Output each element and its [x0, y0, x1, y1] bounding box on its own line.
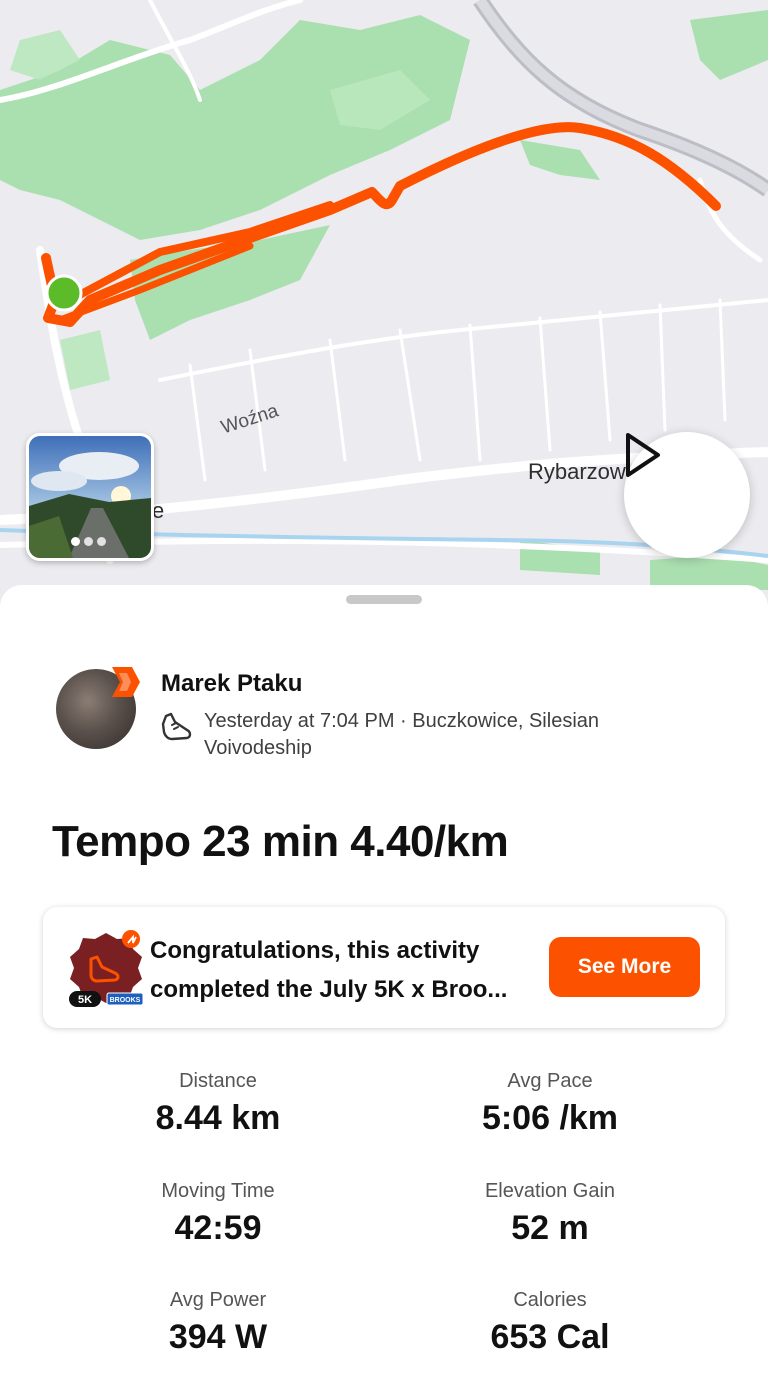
stat-value: 8.44 km	[155, 1099, 281, 1137]
start-marker	[45, 274, 83, 312]
stat-label: Calories	[513, 1289, 587, 1311]
route-map[interactable]: Woźna Rybarzow e	[0, 0, 768, 610]
photo-pagination-dots	[71, 537, 106, 546]
stat-distance: Distance 8.44 km	[68, 1070, 368, 1138]
stat-value: 42:59	[174, 1209, 262, 1247]
athlete-name[interactable]: Marek Ptaku	[161, 670, 302, 698]
activity-photo-thumbnail[interactable]	[26, 433, 154, 561]
activity-title: Tempo 23 min 4.40/km	[52, 817, 509, 866]
activity-date-location: Yesterday at 7:04 PM · Buczkowice, Siles…	[204, 710, 600, 759]
athlete-avatar[interactable]	[56, 667, 140, 751]
stat-label: Avg Pace	[507, 1070, 593, 1092]
activity-details-sheet: Marek Ptaku Yesterday at 7:04 PM · Buczk…	[0, 585, 768, 1397]
stat-elevation-gain: Elevation Gain 52 m	[400, 1180, 700, 1248]
badge-5k-label: 5K	[78, 994, 92, 1006]
stat-value: 653 Cal	[490, 1318, 610, 1356]
play-flyover-button[interactable]	[624, 432, 750, 558]
play-icon	[626, 433, 660, 477]
challenge-trophy-badge-icon: 5K BROOKS	[69, 930, 144, 1007]
stat-label: Avg Power	[169, 1289, 267, 1311]
challenge-message-line-2: completed the July 5K x Broo...	[150, 976, 508, 1003]
challenge-message: Congratulations, this activity completed…	[150, 931, 542, 1009]
see-more-button[interactable]: See More	[549, 937, 700, 997]
stat-label: Moving Time	[161, 1180, 275, 1202]
stat-value: 5:06 /km	[481, 1099, 619, 1137]
stat-calories: Calories 653 Cal	[400, 1289, 700, 1357]
stat-label: Elevation Gain	[484, 1180, 616, 1202]
stat-value: 52 m	[511, 1209, 589, 1247]
sheet-drag-handle[interactable]	[346, 595, 422, 604]
place-label-rybarzowice: Rybarzow	[528, 459, 626, 484]
run-shoe-icon	[161, 712, 192, 741]
stat-avg-power: Avg Power 394 W	[68, 1289, 368, 1357]
challenge-message-line-1: Congratulations, this activity	[150, 937, 480, 964]
stat-avg-pace: Avg Pace 5:06 /km	[400, 1070, 700, 1138]
badge-brand-label: BROOKS	[110, 997, 141, 1004]
stat-value: 394 W	[168, 1318, 268, 1356]
stat-label: Distance	[179, 1070, 257, 1092]
subscriber-badge-icon	[112, 667, 140, 697]
challenge-banner[interactable]: 5K BROOKS Congratulations, this activity…	[43, 907, 725, 1028]
stat-moving-time: Moving Time 42:59	[68, 1180, 368, 1248]
